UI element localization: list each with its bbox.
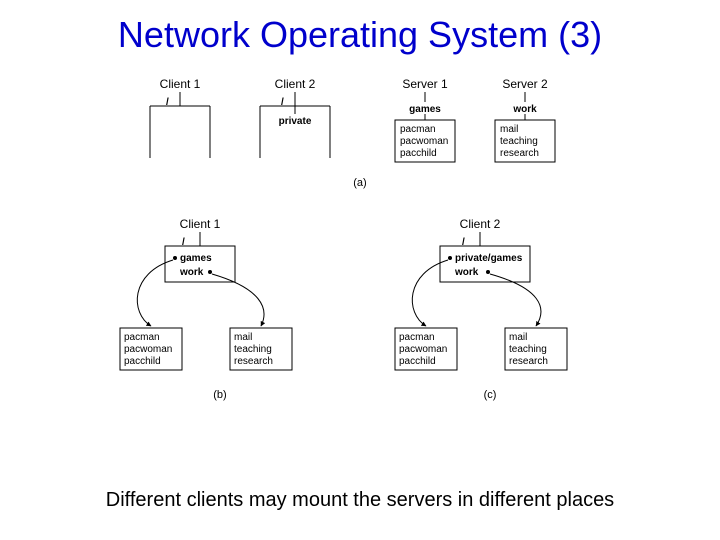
slide-title: Network Operating System (3) xyxy=(0,14,720,56)
label-a: (a) xyxy=(353,177,366,189)
server1-i3: pacchild xyxy=(400,148,437,159)
c-b-i3: research xyxy=(509,356,548,367)
server2-i1: mail xyxy=(500,124,518,135)
server2-dir: work xyxy=(512,104,537,115)
c-a-i1: pacman xyxy=(399,332,435,343)
b-b-i1: mail xyxy=(234,332,252,343)
header-b: Client 1 xyxy=(180,217,221,231)
top-client1: Client 1 / xyxy=(150,78,210,158)
top-client2: Client 2 / private xyxy=(260,78,330,158)
c-b-i2: teaching xyxy=(509,344,547,355)
header-client2: Client 2 xyxy=(275,78,316,91)
c-b-i1: mail xyxy=(509,332,527,343)
server2-i2: teaching xyxy=(500,136,538,147)
header-client1: Client 1 xyxy=(160,78,201,91)
header-server1: Server 1 xyxy=(402,78,448,91)
bottom-left: Client 1 / games work pacman pacwoman pa… xyxy=(120,217,292,370)
server2-i3: research xyxy=(500,148,539,159)
server1-dir: games xyxy=(409,104,441,115)
b-m2: work xyxy=(179,267,204,278)
top-server1: Server 1 games pacman pacwoman pacchild xyxy=(395,78,455,162)
b-a-i2: pacwoman xyxy=(124,344,172,355)
bottom-right: Client 2 / private/games work pacman pac… xyxy=(395,217,567,370)
b-a-i1: pacman xyxy=(124,332,160,343)
c-a-i2: pacwoman xyxy=(399,344,447,355)
header-server2: Server 2 xyxy=(502,78,548,91)
b-b-i3: research xyxy=(234,356,273,367)
b-a-i3: pacchild xyxy=(124,356,161,367)
top-server2: Server 2 work mail teaching research xyxy=(495,78,555,162)
label-b: (b) xyxy=(213,389,226,401)
c-m2: work xyxy=(454,267,479,278)
b-b-i2: teaching xyxy=(234,344,272,355)
c-m1: private/games xyxy=(455,253,523,264)
diagram: Client 1 / Client 2 / private Server 1 g… xyxy=(110,78,610,458)
b-m1: games xyxy=(180,253,212,264)
server1-i2: pacwoman xyxy=(400,136,448,147)
c-a-i3: pacchild xyxy=(399,356,436,367)
client2-private: private xyxy=(279,116,312,127)
label-c: (c) xyxy=(484,389,497,401)
server1-i1: pacman xyxy=(400,124,436,135)
header-c: Client 2 xyxy=(460,217,501,231)
slide-caption: Different clients may mount the servers … xyxy=(0,489,720,512)
